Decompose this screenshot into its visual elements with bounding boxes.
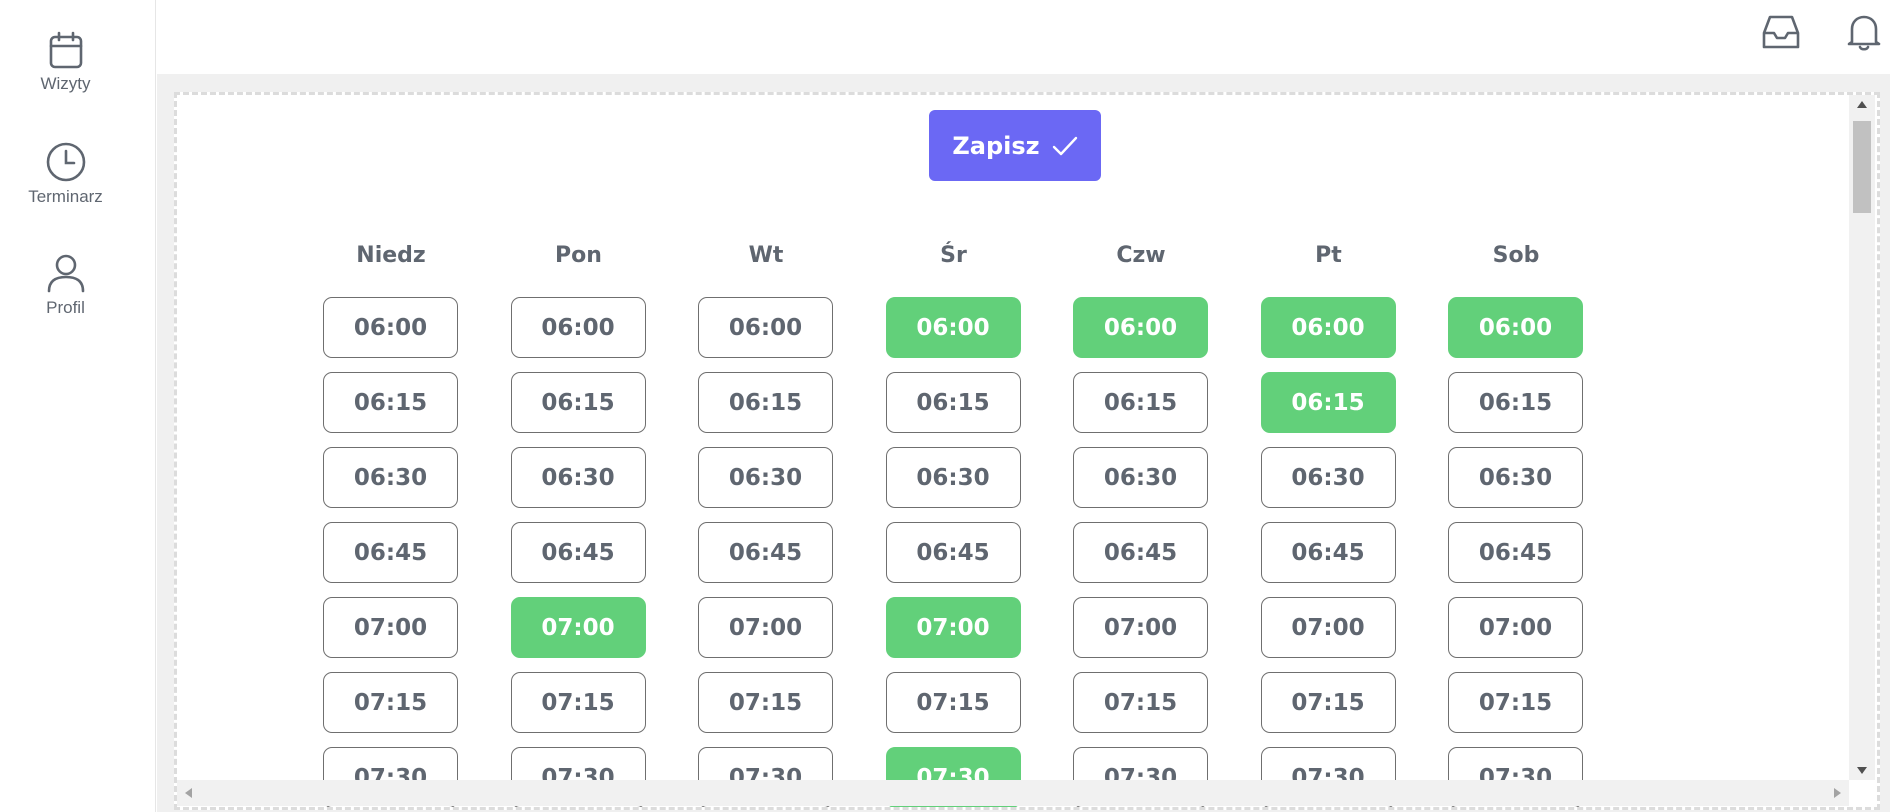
time-slot[interactable]: 06:00 — [1073, 297, 1208, 358]
scroll-right-arrow-icon[interactable] — [1834, 788, 1841, 798]
time-slot[interactable]: 06:15 — [698, 372, 833, 433]
time-slot[interactable]: 06:00 — [1260, 297, 1396, 358]
calendar-icon — [49, 31, 82, 69]
time-slot[interactable]: 06:15 — [1073, 372, 1208, 433]
time-slot[interactable]: 06:45 — [885, 522, 1021, 583]
scroll-left-arrow-icon[interactable] — [185, 788, 192, 798]
time-slot[interactable]: 06:45 — [1448, 522, 1583, 583]
schedule-panel: Zapisz Niedz 06:00 06:15 06:30 06:45 07:00 07:… — [174, 92, 1880, 810]
time-slot[interactable]: 07:00 — [323, 597, 458, 658]
scroll-down-arrow-icon[interactable] — [1857, 767, 1867, 774]
time-slot[interactable]: 06:15 — [510, 372, 646, 433]
time-slot[interactable]: 07:00 — [1260, 597, 1396, 658]
time-slot[interactable]: 07:15 — [510, 672, 646, 733]
day-header: Niedz — [356, 243, 426, 268]
time-slot[interactable]: 07:15 — [323, 672, 458, 733]
time-slot[interactable]: 07:00 — [1073, 597, 1208, 658]
time-slot[interactable]: 07:15 — [885, 672, 1021, 733]
time-slot[interactable]: 06:45 — [1073, 522, 1208, 583]
sidebar-item-wizyty[interactable]: Wizyty — [0, 30, 131, 94]
time-slot[interactable]: 06:45 — [323, 522, 458, 583]
scrollbar-thumb[interactable] — [1853, 121, 1871, 213]
time-slot[interactable]: 06:00 — [885, 297, 1021, 358]
inbox-button[interactable] — [1757, 8, 1805, 56]
sidebar-item-terminarz[interactable]: Terminarz — [0, 141, 131, 207]
sidebar-item-profil[interactable]: Profil — [0, 252, 131, 318]
sidebar-item-label: Profil — [46, 298, 85, 317]
day-header: Czw — [1116, 243, 1166, 268]
time-slot[interactable]: 07:15 — [698, 672, 833, 733]
time-slot[interactable]: 06:00 — [698, 297, 833, 358]
time-slot[interactable]: 07:00 — [885, 597, 1021, 658]
user-icon — [47, 254, 84, 293]
check-icon — [1052, 136, 1077, 155]
time-slot[interactable]: 07:00 — [1448, 597, 1583, 658]
time-slot[interactable]: 06:15 — [885, 372, 1021, 433]
scroll-up-arrow-icon[interactable] — [1857, 101, 1867, 108]
topbar — [157, 0, 1890, 74]
time-slot[interactable]: 07:15 — [1073, 672, 1208, 733]
time-slot[interactable]: 06:30 — [1448, 447, 1583, 508]
time-slot[interactable]: 07:15 — [1448, 672, 1583, 733]
day-header: Śr — [940, 243, 967, 268]
time-slot[interactable]: 06:45 — [1260, 522, 1396, 583]
time-slot[interactable]: 06:15 — [323, 372, 458, 433]
notifications-button[interactable] — [1840, 8, 1888, 56]
time-slot[interactable]: 06:30 — [1260, 447, 1396, 508]
time-slot[interactable]: 06:30 — [510, 447, 646, 508]
save-button-label: Zapisz — [952, 131, 1040, 160]
time-slot[interactable]: 06:30 — [885, 447, 1021, 508]
time-slot[interactable]: 06:45 — [510, 522, 646, 583]
save-button[interactable]: Zapisz — [929, 110, 1101, 181]
sidebar-item-label: Terminarz — [28, 187, 103, 206]
day-header: Pon — [555, 243, 602, 268]
time-slot[interactable]: 07:00 — [698, 597, 833, 658]
sidebar-item-label: Wizyty — [40, 74, 91, 93]
time-slot[interactable]: 06:30 — [698, 447, 833, 508]
time-slot[interactable]: 06:15 — [1448, 372, 1583, 433]
time-slot[interactable]: 06:00 — [510, 297, 646, 358]
day-header: Sob — [1492, 243, 1540, 268]
time-slot[interactable]: 06:30 — [1073, 447, 1208, 508]
day-header: Pt — [1315, 243, 1342, 268]
time-slot[interactable]: 07:15 — [1260, 672, 1396, 733]
sidebar: Wizyty Terminarz Profil — [0, 0, 156, 812]
time-slot[interactable]: 06:30 — [323, 447, 458, 508]
topbar-divider — [157, 74, 1890, 90]
horizontal-scrollbar[interactable] — [177, 780, 1849, 806]
time-slot[interactable]: 06:00 — [1448, 297, 1583, 358]
time-slot[interactable]: 06:15 — [1260, 372, 1396, 433]
bell-icon — [1847, 15, 1881, 51]
time-slot[interactable]: 06:00 — [323, 297, 458, 358]
time-slot[interactable]: 06:45 — [698, 522, 833, 583]
inbox-icon — [1762, 15, 1800, 49]
day-header: Wt — [748, 243, 784, 268]
time-slot[interactable]: 07:00 — [510, 597, 646, 658]
clock-icon — [46, 142, 85, 182]
vertical-scrollbar[interactable] — [1849, 95, 1875, 780]
